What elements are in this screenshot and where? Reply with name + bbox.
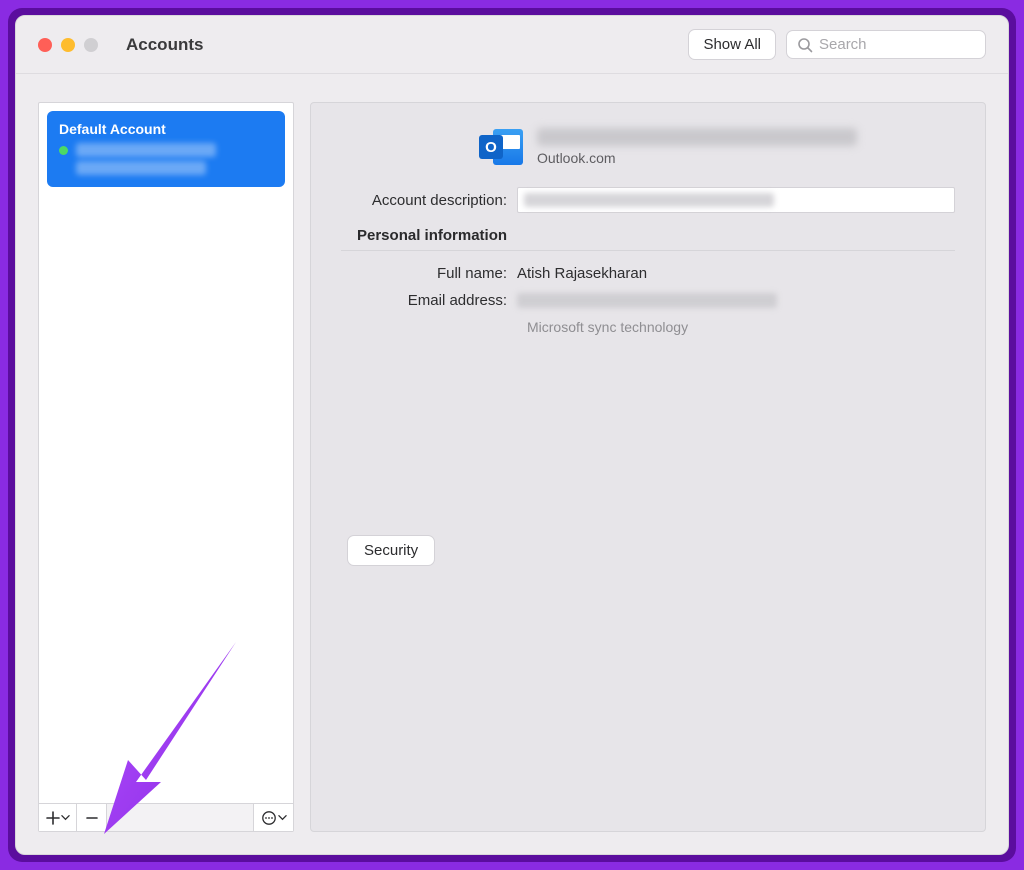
minus-icon bbox=[85, 811, 99, 825]
ellipsis-icon bbox=[261, 810, 277, 826]
account-description-value-redacted bbox=[524, 193, 774, 207]
account-header: O Outlook.com bbox=[479, 125, 955, 169]
sync-technology-label: Microsoft sync technology bbox=[527, 319, 955, 335]
status-online-icon bbox=[59, 146, 68, 155]
account-item-email-redacted bbox=[76, 143, 216, 157]
account-email-redacted bbox=[537, 128, 857, 146]
sidebar-footer bbox=[39, 803, 293, 831]
close-window-button[interactable] bbox=[38, 38, 52, 52]
accounts-sidebar: Default Account bbox=[38, 102, 294, 832]
plus-icon bbox=[46, 811, 60, 825]
outlook-icon: O bbox=[479, 125, 523, 169]
account-description-label: Account description: bbox=[341, 192, 517, 209]
personal-info-heading: Personal information bbox=[357, 227, 955, 244]
account-list: Default Account bbox=[39, 103, 293, 803]
minimize-window-button[interactable] bbox=[61, 38, 75, 52]
titlebar: Accounts Show All bbox=[16, 16, 1008, 74]
account-service-label: Outlook.com bbox=[537, 150, 857, 166]
email-address-value-redacted bbox=[517, 293, 777, 308]
account-detail-panel: O Outlook.com Account description: Perso… bbox=[310, 102, 986, 832]
search-input[interactable] bbox=[819, 36, 975, 53]
email-address-label: Email address: bbox=[341, 292, 517, 309]
show-all-button[interactable]: Show All bbox=[688, 29, 776, 60]
chevron-down-icon bbox=[278, 813, 287, 822]
window-title: Accounts bbox=[126, 35, 203, 55]
window-controls bbox=[38, 38, 98, 52]
account-item-default[interactable]: Default Account bbox=[47, 111, 285, 187]
zoom-window-button[interactable] bbox=[84, 38, 98, 52]
account-item-title: Default Account bbox=[59, 121, 273, 137]
search-field[interactable] bbox=[786, 30, 986, 59]
account-item-detail-redacted bbox=[76, 161, 206, 175]
security-button[interactable]: Security bbox=[347, 535, 435, 566]
add-account-button[interactable] bbox=[39, 804, 77, 831]
accounts-window: Accounts Show All Default Account bbox=[15, 15, 1009, 855]
remove-account-button[interactable] bbox=[77, 804, 107, 831]
search-icon bbox=[797, 37, 813, 53]
full-name-value: Atish Rajasekharan bbox=[517, 265, 647, 282]
more-actions-button[interactable] bbox=[253, 804, 293, 831]
full-name-label: Full name: bbox=[341, 265, 517, 282]
account-description-input[interactable] bbox=[517, 187, 955, 213]
chevron-down-icon bbox=[61, 813, 70, 822]
